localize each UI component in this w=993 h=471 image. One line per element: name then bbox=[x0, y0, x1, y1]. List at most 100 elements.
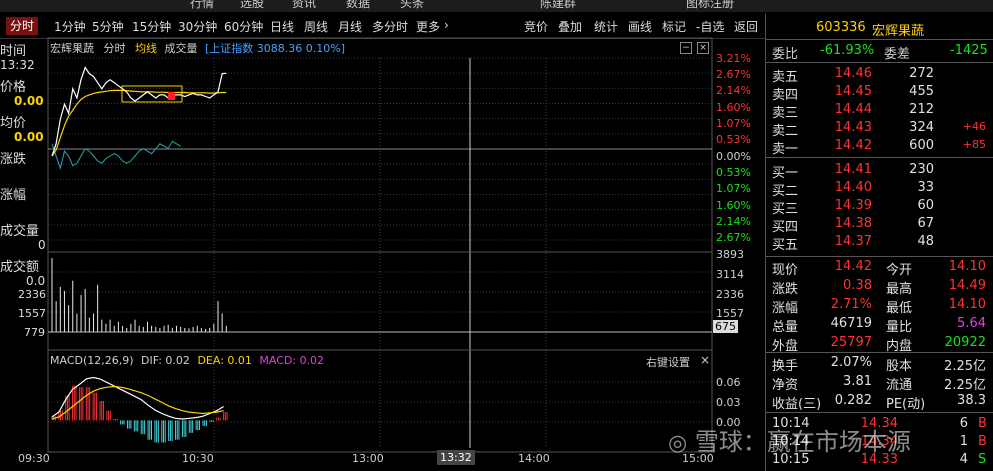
pct-tick-zero: 0.00% bbox=[716, 150, 751, 163]
ask-change: +46 bbox=[962, 120, 986, 133]
bid-price: 14.40 bbox=[834, 180, 872, 195]
bid-volume: 230 bbox=[909, 162, 934, 177]
tick-side: B bbox=[978, 416, 987, 431]
annotation-marker bbox=[168, 92, 175, 100]
stock-name: 宏辉果蔬 bbox=[872, 24, 925, 39]
bid-price: 14.37 bbox=[834, 234, 872, 249]
ask-volume: 212 bbox=[909, 102, 934, 117]
stat-value: 14.10 bbox=[948, 297, 986, 312]
time-tick: 09:30 bbox=[18, 452, 50, 465]
pct-tick-up: 0.53% bbox=[716, 133, 751, 146]
fund-value: 38.3 bbox=[957, 393, 986, 408]
ask-volume: 600 bbox=[909, 138, 934, 153]
macd-header: MACD(12,26,9) DIF: 0.02 DEA: 0.01 MACD: … bbox=[50, 354, 324, 367]
bid-volume: 33 bbox=[917, 180, 934, 195]
pct-tick-down: 1.60% bbox=[716, 199, 751, 212]
bid-price: 14.38 bbox=[834, 216, 872, 231]
pct-tick-up: 2.14% bbox=[716, 84, 751, 97]
stat-label: 总量 bbox=[772, 320, 799, 335]
quote-row: 净资 3.81 流通 2.25亿 bbox=[772, 374, 992, 393]
ask-volume: 324 bbox=[909, 120, 934, 135]
ask-label: 卖一 bbox=[772, 142, 799, 157]
bid-volume: 60 bbox=[917, 198, 934, 213]
quote-row: 涨跌 0.38 最高 14.49 bbox=[772, 278, 992, 297]
close-icon[interactable]: × bbox=[700, 353, 710, 367]
stat-value: 0.38 bbox=[843, 278, 872, 293]
fund-label: 收益(三) bbox=[772, 397, 822, 412]
bid-label: 买三 bbox=[772, 202, 799, 217]
ask-volume: 272 bbox=[909, 66, 934, 81]
quote-row: 买四 14.38 67 bbox=[772, 216, 992, 235]
time-tick: 10:30 bbox=[182, 452, 214, 465]
time-tick: 13:00 bbox=[352, 452, 384, 465]
tick-volume: 4 bbox=[959, 452, 968, 467]
fund-label: 净资 bbox=[772, 378, 799, 393]
stock-code: 603336 bbox=[816, 20, 866, 35]
tick-side: B bbox=[978, 434, 987, 449]
bid-label: 买一 bbox=[772, 166, 799, 181]
ask-label: 卖三 bbox=[772, 106, 799, 121]
weicha-value: -1425 bbox=[950, 43, 988, 58]
quote-row: 卖五 14.46 272 bbox=[772, 66, 992, 85]
pct-tick-down: 2.14% bbox=[716, 215, 751, 228]
stat-value: 2.71% bbox=[830, 297, 872, 312]
quote-row: 买二 14.40 33 bbox=[772, 180, 992, 199]
quote-row: 卖二 14.43 324 +46 bbox=[772, 120, 992, 139]
pct-tick-up: 1.07% bbox=[716, 117, 751, 130]
quote-row: 买一 14.41 230 bbox=[772, 162, 992, 181]
stat-label: 今开 bbox=[886, 263, 913, 278]
pct-tick-down: 1.07% bbox=[716, 182, 751, 195]
bid-label: 买四 bbox=[772, 220, 799, 235]
quote-row: 卖四 14.45 455 bbox=[772, 84, 992, 103]
ask-price: 14.45 bbox=[834, 84, 872, 99]
macd-dea-line bbox=[51, 385, 224, 420]
chart-marks bbox=[51, 66, 228, 443]
volume-cursor-label: 675 bbox=[713, 320, 738, 333]
quote-row: 总量 46719 量比 5.64 bbox=[772, 316, 992, 335]
volume-tick: 2336 bbox=[716, 288, 744, 301]
chart-grid bbox=[47, 37, 713, 453]
stat-label: 最低 bbox=[886, 301, 913, 316]
fund-label: PE(动) bbox=[886, 397, 926, 412]
fund-value: 0.282 bbox=[834, 393, 872, 408]
quote-row: 换手 2.07% 股本 2.25亿 bbox=[772, 355, 992, 374]
fund-label: 股本 bbox=[886, 359, 913, 374]
tick-volume: 6 bbox=[959, 416, 968, 431]
ask-price: 14.44 bbox=[834, 102, 872, 117]
time-tick: 14:00 bbox=[518, 452, 550, 465]
tick-side: S bbox=[978, 452, 987, 467]
stat-value: 14.42 bbox=[834, 259, 872, 274]
fund-value: 2.25亿 bbox=[944, 378, 986, 393]
bid-price: 14.39 bbox=[834, 198, 872, 213]
pct-tick-down: 0.53% bbox=[716, 166, 751, 179]
watermark-text: 雪球：赢在市场本源 bbox=[694, 428, 911, 456]
quote-row: 涨幅 2.71% 最低 14.10 bbox=[772, 297, 992, 316]
weicha-label: 委差 bbox=[884, 47, 911, 62]
price-line bbox=[51, 66, 227, 157]
fund-value: 2.07% bbox=[830, 355, 872, 370]
stat-value: 14.49 bbox=[948, 278, 986, 293]
volume-tick: 3893 bbox=[716, 248, 744, 261]
weibi-label: 委比 bbox=[772, 47, 799, 62]
ask-volume: 455 bbox=[909, 84, 934, 99]
pct-tick-down: 2.67% bbox=[716, 231, 751, 244]
stat-label: 量比 bbox=[886, 320, 913, 335]
pct-tick-up: 2.67% bbox=[716, 68, 751, 81]
fund-label: 换手 bbox=[772, 359, 799, 374]
stat-label: 涨跌 bbox=[772, 282, 799, 297]
quote-row: 卖三 14.44 212 bbox=[772, 102, 992, 121]
ask-price: 14.42 bbox=[834, 138, 872, 153]
quote-row: 买五 14.37 48 bbox=[772, 234, 992, 253]
tick-volume: 1 bbox=[959, 434, 968, 449]
fund-value: 3.81 bbox=[843, 374, 872, 389]
quote-panel: 603336 宏辉果蔬 委比 -61.93% 委差 -1425 卖五 14.46 2… bbox=[765, 14, 993, 471]
macd-dea: DEA: 0.01 bbox=[197, 354, 252, 367]
volume-tick: 1557 bbox=[716, 307, 744, 320]
bid-label: 买二 bbox=[772, 184, 799, 199]
macd-settings-button[interactable]: 右键设置 bbox=[646, 354, 690, 370]
stat-label: 涨幅 bbox=[772, 301, 799, 316]
macd-value: MACD: 0.02 bbox=[259, 354, 325, 367]
quote-row: 外盘 25797 内盘 20922 bbox=[772, 335, 992, 354]
time-cursor-label: 13:32 bbox=[437, 450, 475, 465]
fund-label: 流通 bbox=[886, 378, 913, 393]
